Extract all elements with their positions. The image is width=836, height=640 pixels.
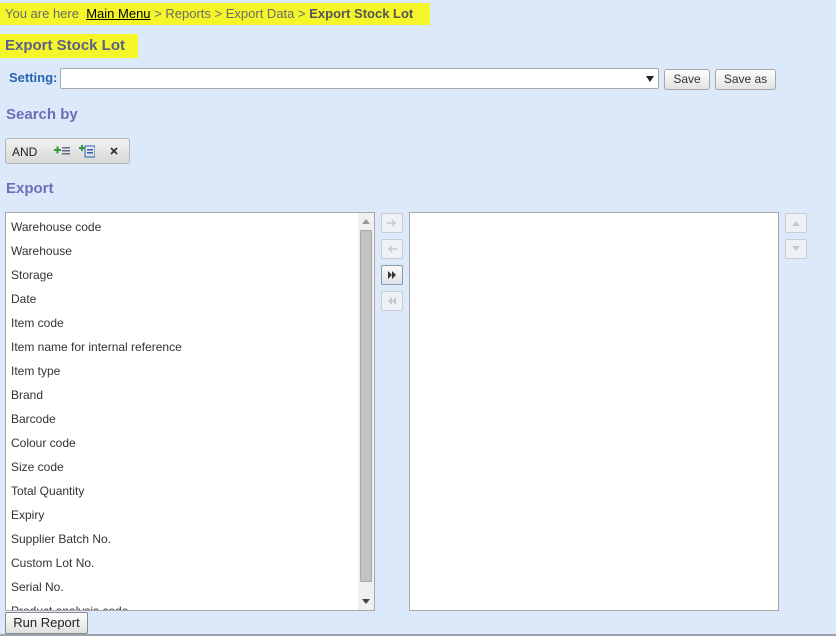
move-up-button[interactable] [785,213,807,233]
search-by-title: Search by [6,106,78,123]
arrow-up-icon [792,221,800,226]
move-all-right-button[interactable] [381,265,403,285]
list-item[interactable]: Serial No. [6,575,358,599]
selected-fields-list[interactable] [409,212,779,611]
list-item[interactable]: Product analysis code [6,599,358,610]
list-item[interactable]: Warehouse code [6,215,358,239]
setting-label: Setting: [9,70,58,85]
breadcrumb-prefix: You are here [5,6,79,21]
save-button[interactable]: Save [664,69,710,90]
arrow-right-icon [387,219,397,227]
breadcrumb-separator: > [214,6,223,21]
move-right-button[interactable] [381,213,403,233]
list-item[interactable]: Custom Lot No. [6,551,358,575]
list-item[interactable]: Item name for internal reference [6,335,358,359]
add-group-icon[interactable] [79,144,95,158]
breadcrumb-main-menu-link[interactable]: Main Menu [86,6,150,21]
scrollbar[interactable] [358,213,374,610]
breadcrumb: You are here Main Menu > Reports > Expor… [0,3,430,25]
breadcrumb-current: Export Stock Lot [309,6,414,21]
breadcrumb-export-data[interactable]: Export Data [226,6,295,21]
move-all-left-button[interactable] [381,291,403,311]
move-down-button[interactable] [785,239,807,259]
breadcrumb-separator: > [154,6,162,21]
scroll-down-icon[interactable] [362,599,370,604]
list-item[interactable]: Barcode [6,407,358,431]
list-item[interactable]: Size code [6,455,358,479]
double-arrow-left-icon [388,297,396,305]
list-item[interactable]: Colour code [6,431,358,455]
list-item[interactable]: Supplier Batch No. [6,527,358,551]
list-item[interactable]: Date [6,287,358,311]
search-condition-group: AND [5,138,130,164]
scrollbar-thumb[interactable] [360,230,372,582]
arrow-left-icon [387,245,397,253]
list-item[interactable]: Total Quantity [6,479,358,503]
save-as-button[interactable]: Save as [715,69,776,90]
export-panel: You are here Main Menu > Reports > Expor… [0,0,836,636]
operator-label[interactable]: AND [12,145,37,159]
arrow-down-icon [792,246,800,251]
add-condition-icon[interactable] [54,144,70,158]
chevron-down-icon [646,76,654,82]
breadcrumb-separator: > [298,6,306,21]
list-item[interactable]: Storage [6,263,358,287]
list-item[interactable]: Expiry [6,503,358,527]
double-arrow-right-icon [388,271,396,279]
export-title: Export [6,180,54,197]
list-item[interactable]: Item type [6,359,358,383]
available-fields-list[interactable]: Warehouse code Warehouse Storage Date Item c… [5,212,375,611]
list-item[interactable]: Item code [6,311,358,335]
list-item[interactable]: Warehouse [6,239,358,263]
page-title: Export Stock Lot [0,34,138,58]
close-icon[interactable] [107,144,123,158]
list-item[interactable]: Brand [6,383,358,407]
breadcrumb-reports[interactable]: Reports [165,6,211,21]
run-report-button[interactable]: Run Report [5,612,88,634]
scroll-up-icon[interactable] [362,219,370,224]
move-left-button[interactable] [381,239,403,259]
setting-select[interactable] [60,68,659,89]
